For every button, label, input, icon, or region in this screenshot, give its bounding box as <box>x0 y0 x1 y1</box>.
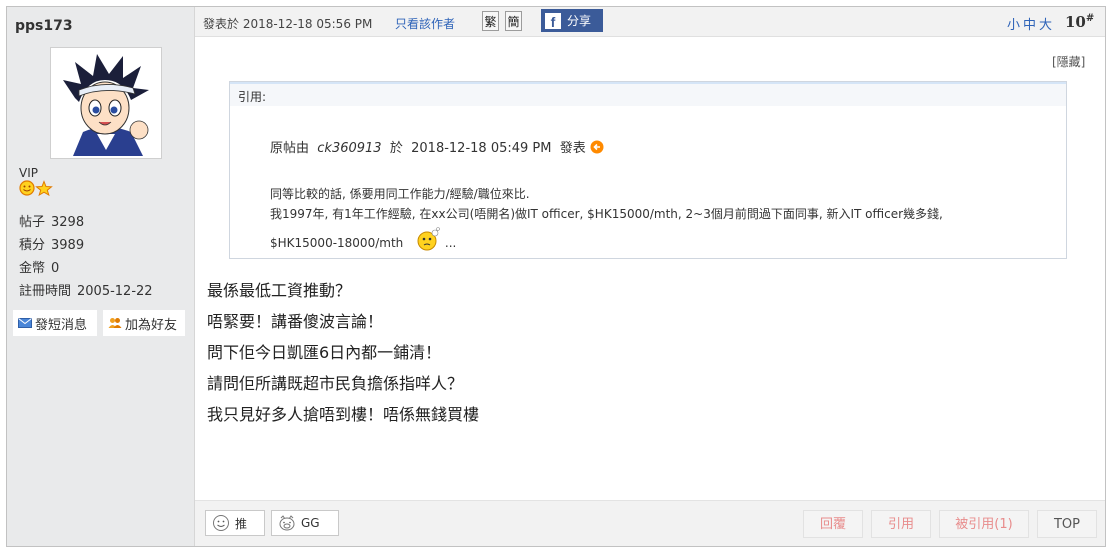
stat-label: 帖子 <box>19 215 46 230</box>
friends-icon <box>108 318 122 328</box>
user-sidebar: pps173 VIP 帖子 3298 積分 3989 金幣 0 註冊時間 200… <box>7 7 195 546</box>
stat-credits: 積分 3989 <box>19 234 84 253</box>
post-container: pps173 VIP 帖子 3298 積分 3989 金幣 0 註冊時間 200… <box>6 6 1106 547</box>
stat-label: 積分 <box>19 238 46 253</box>
stat-coins: 金幣 0 <box>19 257 59 276</box>
post-footer: 推 GG 回覆 引用 被引用(1) TOP <box>195 500 1105 546</box>
gg-label: GG <box>301 516 320 530</box>
quote-author: ck360913 <box>317 141 382 156</box>
post-timestamp: 發表於 2018-12-18 05:56 PM <box>203 17 373 31</box>
font-size-switch[interactable]: 小中大 <box>1007 14 1055 33</box>
send-pm-label: 發短消息 <box>35 317 88 333</box>
stat-posts: 帖子 3298 <box>19 211 84 230</box>
post-content: 發表於 2018-12-18 05:56 PM 只看該作者 繁 簡 f 分享 小… <box>195 7 1105 546</box>
only-author-link[interactable]: 只看該作者 <box>395 15 455 32</box>
hide-link[interactable]: [隱藏] <box>1052 53 1085 70</box>
post-line: 最係最低工資推動？ <box>207 281 352 300</box>
floor-number[interactable]: 10# <box>1065 13 1094 31</box>
quote-line-2: 我1997年, 有1年工作經驗, 在xx公司(唔開名)做IT officer, … <box>270 207 943 221</box>
stat-label: 金幣 <box>19 261 46 276</box>
quote-date: 2018-12-18 05:49 PM <box>411 141 552 156</box>
smiley-rank-icon <box>19 180 35 196</box>
reply-button[interactable]: 回覆 <box>803 510 863 538</box>
recommend-label: 推 <box>235 516 248 531</box>
username[interactable]: pps173 <box>15 18 73 34</box>
quote-block: 引用: 原帖由 ck360913 於 2018-12-18 05:49 PM 發… <box>229 81 1067 259</box>
simplified-button[interactable]: 簡 <box>505 11 522 31</box>
quote-meta: 原帖由 ck360913 於 2018-12-18 05:49 PM 發表 <box>270 137 604 156</box>
rank-icons <box>19 180 53 200</box>
post-line: 唔緊要！講番傻波言論！ <box>207 312 384 331</box>
quote-line-1: 同等比較的話, 係要用同工作能力/經驗/職位來比. <box>270 187 530 201</box>
facebook-share-button[interactable]: f 分享 <box>541 9 603 32</box>
stat-value: 3298 <box>51 215 85 230</box>
post-line: 我只見好多人搶唔到樓！唔係無錢買樓 <box>207 405 480 424</box>
traditional-button[interactable]: 繁 <box>482 11 499 31</box>
share-label: 分享 <box>567 14 592 28</box>
quote-button[interactable]: 引用 <box>871 510 931 538</box>
quote-line-3-wrap: $HK15000-18000/mth ... <box>270 227 456 251</box>
quote-meta-mid: 於 <box>389 141 403 156</box>
avatar[interactable] <box>50 47 162 159</box>
envelope-icon <box>18 318 32 328</box>
cited-by-button[interactable]: 被引用(1) <box>939 510 1029 538</box>
back-to-top-button[interactable]: TOP <box>1037 510 1097 538</box>
thinking-emoji-icon <box>417 227 440 251</box>
add-friend-label: 加為好友 <box>125 317 178 333</box>
quote-label: 引用: <box>230 82 1066 106</box>
quote-meta-prefix: 原帖由 <box>270 141 310 156</box>
add-friend-button[interactable]: 加為好友 <box>103 310 185 336</box>
gg-button[interactable]: GG <box>271 510 339 536</box>
quote-meta-suffix: 發表 <box>559 141 586 156</box>
pig-face-icon <box>279 515 295 531</box>
recommend-button[interactable]: 推 <box>205 510 265 536</box>
avatar-image <box>53 50 159 156</box>
quote-line-3: $HK15000-18000/mth <box>270 236 404 250</box>
quote-ellipsis: ... <box>444 236 457 250</box>
floor-value: 10 <box>1065 13 1086 31</box>
post-line: 問下佢今日凱匯6日內都一鋪清！ <box>207 343 442 362</box>
send-pm-button[interactable]: 發短消息 <box>13 310 97 336</box>
stat-value: 3989 <box>51 238 85 253</box>
post-header: 發表於 2018-12-18 05:56 PM 只看該作者 繁 簡 f 分享 小… <box>195 7 1105 37</box>
stat-label: 註冊時間 <box>19 284 72 299</box>
user-level: VIP <box>19 166 38 180</box>
floor-mark: # <box>1085 13 1095 24</box>
stat-value: 2005-12-22 <box>77 284 153 299</box>
stat-value: 0 <box>51 261 60 276</box>
star-rank-icon <box>35 180 53 197</box>
smile-face-icon <box>213 515 229 531</box>
facebook-icon: f <box>545 12 561 30</box>
post-line: 請問佢所講既超市民負擔係指咩人？ <box>207 374 464 393</box>
go-to-post-icon[interactable] <box>590 140 604 154</box>
stat-registered: 註冊時間 2005-12-22 <box>19 280 153 299</box>
